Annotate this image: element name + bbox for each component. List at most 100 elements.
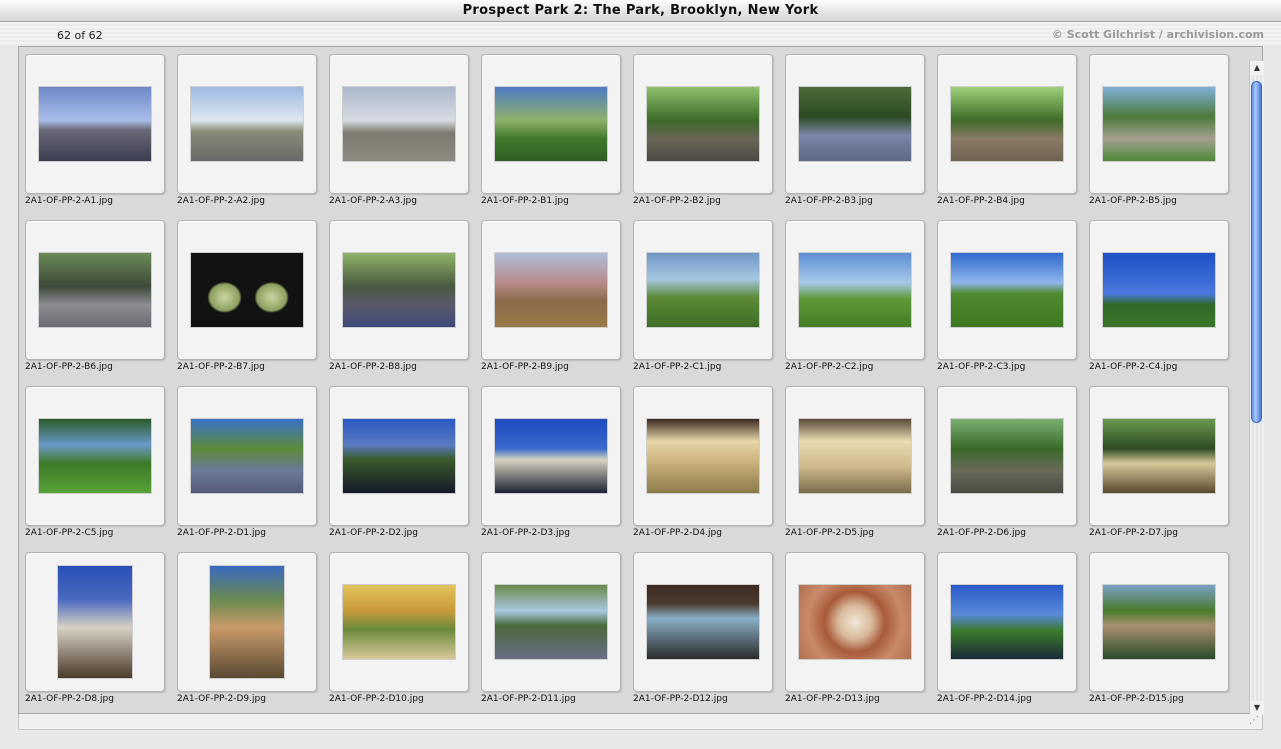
- thumbnail-image[interactable]: [647, 585, 759, 659]
- slide-mount[interactable]: [1089, 54, 1229, 194]
- slide-mount[interactable]: [633, 220, 773, 360]
- thumbnail-image[interactable]: [191, 253, 303, 327]
- thumbnail-image[interactable]: [799, 419, 911, 493]
- thumbnail-item[interactable]: 2A1-OF-PP-2-B5.jpg: [1089, 54, 1229, 206]
- thumbnail-item[interactable]: 2A1-OF-PP-2-D4.jpg: [633, 386, 773, 538]
- thumbnail-image[interactable]: [1103, 419, 1215, 493]
- slide-mount[interactable]: [633, 54, 773, 194]
- thumbnail-item[interactable]: 2A1-OF-PP-2-C2.jpg: [785, 220, 925, 372]
- thumbnail-image[interactable]: [951, 419, 1063, 493]
- slide-mount[interactable]: [937, 552, 1077, 692]
- thumbnail-image[interactable]: [647, 253, 759, 327]
- slide-mount[interactable]: [25, 386, 165, 526]
- slide-mount[interactable]: [25, 220, 165, 360]
- slide-mount[interactable]: [633, 386, 773, 526]
- slide-mount[interactable]: [785, 552, 925, 692]
- thumbnail-image[interactable]: [799, 253, 911, 327]
- scroll-up-arrow-icon[interactable]: ▲: [1250, 61, 1264, 75]
- thumbnail-item[interactable]: 2A1-OF-PP-2-A1.jpg: [25, 54, 165, 206]
- thumbnail-image[interactable]: [647, 419, 759, 493]
- thumbnail-image[interactable]: [495, 253, 607, 327]
- thumbnail-image[interactable]: [495, 87, 607, 161]
- thumbnail-item[interactable]: 2A1-OF-PP-2-D2.jpg: [329, 386, 469, 538]
- thumbnail-item[interactable]: 2A1-OF-PP-2-D3.jpg: [481, 386, 621, 538]
- resize-grip-icon[interactable]: ⋰: [1248, 715, 1260, 727]
- thumbnail-item[interactable]: 2A1-OF-PP-2-D15.jpg: [1089, 552, 1229, 704]
- thumbnail-item[interactable]: 2A1-OF-PP-2-C3.jpg: [937, 220, 1077, 372]
- thumbnail-image[interactable]: [799, 585, 911, 659]
- slide-mount[interactable]: [177, 552, 317, 692]
- slide-mount[interactable]: [25, 54, 165, 194]
- thumbnail-item[interactable]: 2A1-OF-PP-2-B9.jpg: [481, 220, 621, 372]
- slide-mount[interactable]: [329, 220, 469, 360]
- thumbnail-item[interactable]: 2A1-OF-PP-2-D1.jpg: [177, 386, 317, 538]
- thumbnail-image[interactable]: [191, 87, 303, 161]
- thumbnail-item[interactable]: 2A1-OF-PP-2-B2.jpg: [633, 54, 773, 206]
- thumbnail-item[interactable]: 2A1-OF-PP-2-D5.jpg: [785, 386, 925, 538]
- thumbnail-item[interactable]: 2A1-OF-PP-2-D6.jpg: [937, 386, 1077, 538]
- slide-mount[interactable]: [481, 552, 621, 692]
- thumbnail-item[interactable]: 2A1-OF-PP-2-A3.jpg: [329, 54, 469, 206]
- thumbnail-image[interactable]: [1103, 87, 1215, 161]
- thumbnail-item[interactable]: 2A1-OF-PP-2-D10.jpg: [329, 552, 469, 704]
- thumbnail-image[interactable]: [1103, 585, 1215, 659]
- slide-mount[interactable]: [937, 220, 1077, 360]
- slide-mount[interactable]: [329, 54, 469, 194]
- thumbnail-image[interactable]: [343, 253, 455, 327]
- slide-mount[interactable]: [481, 386, 621, 526]
- slide-mount[interactable]: [481, 220, 621, 360]
- thumbnail-image[interactable]: [191, 419, 303, 493]
- thumbnail-image[interactable]: [343, 419, 455, 493]
- thumbnail-image[interactable]: [951, 87, 1063, 161]
- thumbnail-item[interactable]: 2A1-OF-PP-2-D12.jpg: [633, 552, 773, 704]
- thumbnail-item[interactable]: 2A1-OF-PP-2-B4.jpg: [937, 54, 1077, 206]
- slide-mount[interactable]: [329, 386, 469, 526]
- thumbnail-image[interactable]: [343, 87, 455, 161]
- slide-mount[interactable]: [633, 552, 773, 692]
- thumbnail-image[interactable]: [799, 87, 911, 161]
- slide-mount[interactable]: [177, 54, 317, 194]
- slide-mount[interactable]: [25, 552, 165, 692]
- slide-mount[interactable]: [1089, 386, 1229, 526]
- slide-mount[interactable]: [785, 220, 925, 360]
- thumbnail-item[interactable]: 2A1-OF-PP-2-A2.jpg: [177, 54, 317, 206]
- thumbnail-image[interactable]: [39, 419, 151, 493]
- thumbnail-image[interactable]: [647, 87, 759, 161]
- thumbnail-item[interactable]: 2A1-OF-PP-2-D8.jpg: [25, 552, 165, 704]
- slide-mount[interactable]: [1089, 220, 1229, 360]
- thumbnail-item[interactable]: 2A1-OF-PP-2-D14.jpg: [937, 552, 1077, 704]
- thumbnail-item[interactable]: 2A1-OF-PP-2-B7.jpg: [177, 220, 317, 372]
- scroll-thumb[interactable]: [1251, 81, 1262, 423]
- thumbnail-item[interactable]: 2A1-OF-PP-2-D9.jpg: [177, 552, 317, 704]
- scroll-down-arrow-icon[interactable]: ▼: [1250, 701, 1264, 715]
- vertical-scrollbar[interactable]: ▲ ▼: [1249, 61, 1264, 715]
- thumbnail-image[interactable]: [1103, 253, 1215, 327]
- thumbnail-item[interactable]: 2A1-OF-PP-2-D13.jpg: [785, 552, 925, 704]
- slide-mount[interactable]: [177, 220, 317, 360]
- thumbnail-item[interactable]: 2A1-OF-PP-2-C4.jpg: [1089, 220, 1229, 372]
- thumbnail-image[interactable]: [343, 585, 455, 659]
- thumbnail-item[interactable]: 2A1-OF-PP-2-B6.jpg: [25, 220, 165, 372]
- slide-mount[interactable]: [937, 54, 1077, 194]
- thumbnail-image[interactable]: [951, 253, 1063, 327]
- thumbnail-image[interactable]: [58, 566, 132, 678]
- thumbnail-item[interactable]: 2A1-OF-PP-2-B1.jpg: [481, 54, 621, 206]
- thumbnail-image[interactable]: [951, 585, 1063, 659]
- slide-mount[interactable]: [481, 54, 621, 194]
- thumbnail-image[interactable]: [495, 419, 607, 493]
- thumbnail-item[interactable]: 2A1-OF-PP-2-C5.jpg: [25, 386, 165, 538]
- thumbnail-image[interactable]: [39, 253, 151, 327]
- slide-mount[interactable]: [329, 552, 469, 692]
- thumbnail-item[interactable]: 2A1-OF-PP-2-D11.jpg: [481, 552, 621, 704]
- thumbnail-item[interactable]: 2A1-OF-PP-2-B3.jpg: [785, 54, 925, 206]
- slide-mount[interactable]: [785, 386, 925, 526]
- slide-mount[interactable]: [785, 54, 925, 194]
- slide-mount[interactable]: [1089, 552, 1229, 692]
- thumbnail-item[interactable]: 2A1-OF-PP-2-C1.jpg: [633, 220, 773, 372]
- thumbnail-image[interactable]: [495, 585, 607, 659]
- thumbnail-item[interactable]: 2A1-OF-PP-2-D7.jpg: [1089, 386, 1229, 538]
- slide-mount[interactable]: [177, 386, 317, 526]
- thumbnail-image[interactable]: [210, 566, 284, 678]
- thumbnail-image[interactable]: [39, 87, 151, 161]
- thumbnail-item[interactable]: 2A1-OF-PP-2-B8.jpg: [329, 220, 469, 372]
